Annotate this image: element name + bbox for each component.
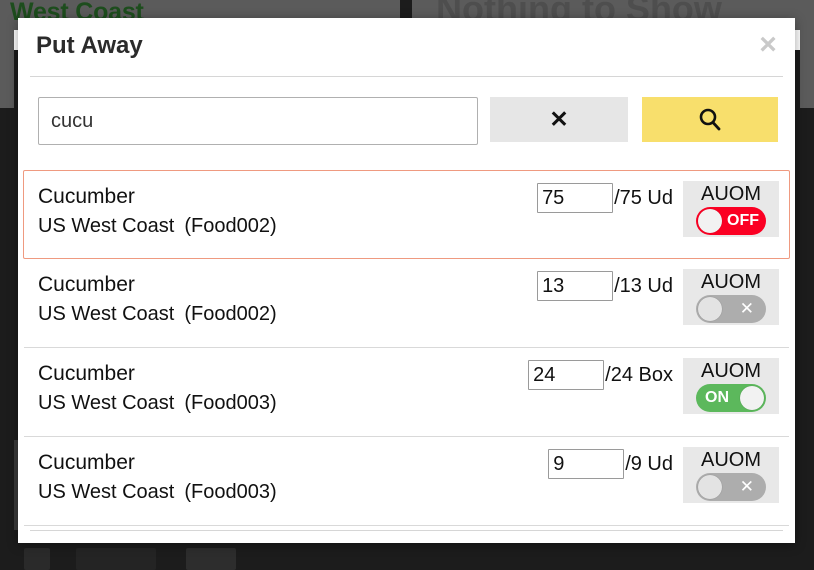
auom-label: AUOM xyxy=(701,360,761,382)
location-text: US West Coast xyxy=(38,303,175,325)
search-results-list[interactable]: Cucumber US West Coast (Food002) /75 Ud A… xyxy=(18,170,795,530)
search-bar: ✕ xyxy=(18,92,795,152)
background-left-strip xyxy=(0,30,14,108)
quantity-total: /13 Ud xyxy=(614,274,673,297)
toggle-knob xyxy=(740,386,764,410)
background-right-strip xyxy=(800,30,814,108)
product-code: (Food003) xyxy=(184,392,277,414)
auom-control: AUOM OFF xyxy=(683,181,779,237)
toggle-knob xyxy=(698,297,722,321)
auom-label: AUOM xyxy=(701,449,761,471)
product-code: (Food003) xyxy=(184,481,277,503)
background-bottom-button-2 xyxy=(76,548,156,570)
table-row[interactable]: Cucumber US West Coast (Food002) /75 Ud A… xyxy=(23,170,790,259)
auom-toggle-label: OFF xyxy=(727,212,759,229)
quantity-total: /24 Box xyxy=(605,363,673,386)
product-location: US West Coast (Food003) xyxy=(38,392,277,415)
product-name: Cucumber xyxy=(38,273,135,296)
clear-icon: ✕ xyxy=(549,106,569,132)
quantity-group: /24 Box xyxy=(528,360,673,390)
table-row[interactable]: Cucumber US West Coast(Food003) /24 Box … xyxy=(24,348,789,437)
background-bottom-button-1 xyxy=(24,548,50,570)
toggle-knob xyxy=(698,209,722,233)
quantity-input[interactable] xyxy=(537,271,614,301)
auom-toggle[interactable]: ON xyxy=(696,384,766,412)
auom-toggle[interactable]: OFF xyxy=(696,207,766,235)
auom-toggle-label: ON xyxy=(705,389,729,406)
auom-toggle[interactable]: ✕ xyxy=(696,295,766,323)
quantity-input[interactable] xyxy=(528,360,605,390)
auom-label: AUOM xyxy=(701,183,761,205)
quantity-input[interactable] xyxy=(537,183,614,213)
quantity-group: /9 Ud xyxy=(548,449,673,479)
search-icon xyxy=(696,106,724,134)
product-code: (Food002) xyxy=(184,215,277,237)
product-location: US West Coast (Food003) xyxy=(38,481,277,504)
product-name: Cucumber xyxy=(38,451,135,474)
auom-toggle-label: ✕ xyxy=(739,299,754,318)
quantity-total: /9 Ud xyxy=(625,452,673,475)
search-button[interactable] xyxy=(642,97,778,142)
quantity-input[interactable] xyxy=(548,449,625,479)
auom-label: AUOM xyxy=(701,271,761,293)
location-text: US West Coast xyxy=(38,392,175,414)
auom-control: AUOM ✕ xyxy=(683,447,779,503)
product-location: US West Coast (Food002) xyxy=(38,303,277,326)
background-bottom-button-3 xyxy=(186,548,236,570)
quantity-total: /75 Ud xyxy=(614,186,673,209)
product-name: Cucumber xyxy=(38,362,135,385)
location-text: US West Coast xyxy=(38,481,175,503)
table-row[interactable]: Cucumber US West Coast (Food002) /13 Ud A… xyxy=(24,259,789,348)
dialog-title: Put Away xyxy=(36,32,143,59)
auom-toggle[interactable]: ✕ xyxy=(696,473,766,501)
dialog-header: Put Away × xyxy=(18,18,795,76)
header-divider xyxy=(30,76,783,77)
quantity-group: /75 Ud xyxy=(537,183,673,213)
location-text: US West Coast xyxy=(38,215,175,237)
product-name: Cucumber xyxy=(38,185,135,208)
auom-toggle-label: ✕ xyxy=(739,477,754,496)
quantity-group: /13 Ud xyxy=(537,271,673,301)
search-input[interactable] xyxy=(38,97,478,145)
close-icon[interactable]: × xyxy=(751,28,785,62)
clear-search-button[interactable]: ✕ xyxy=(490,97,628,142)
table-row[interactable]: Cucumber US West Coast (Food003) /9 Ud AU… xyxy=(24,437,789,526)
footer-divider xyxy=(30,530,783,531)
auom-control: AUOM ON xyxy=(683,358,779,414)
product-location: US West Coast (Food002) xyxy=(38,215,277,238)
put-away-dialog: Put Away × ✕ Cucumber US West Coast (Food… xyxy=(18,18,795,543)
toggle-knob xyxy=(698,475,722,499)
auom-control: AUOM ✕ xyxy=(683,269,779,325)
product-code: (Food002) xyxy=(184,303,277,325)
